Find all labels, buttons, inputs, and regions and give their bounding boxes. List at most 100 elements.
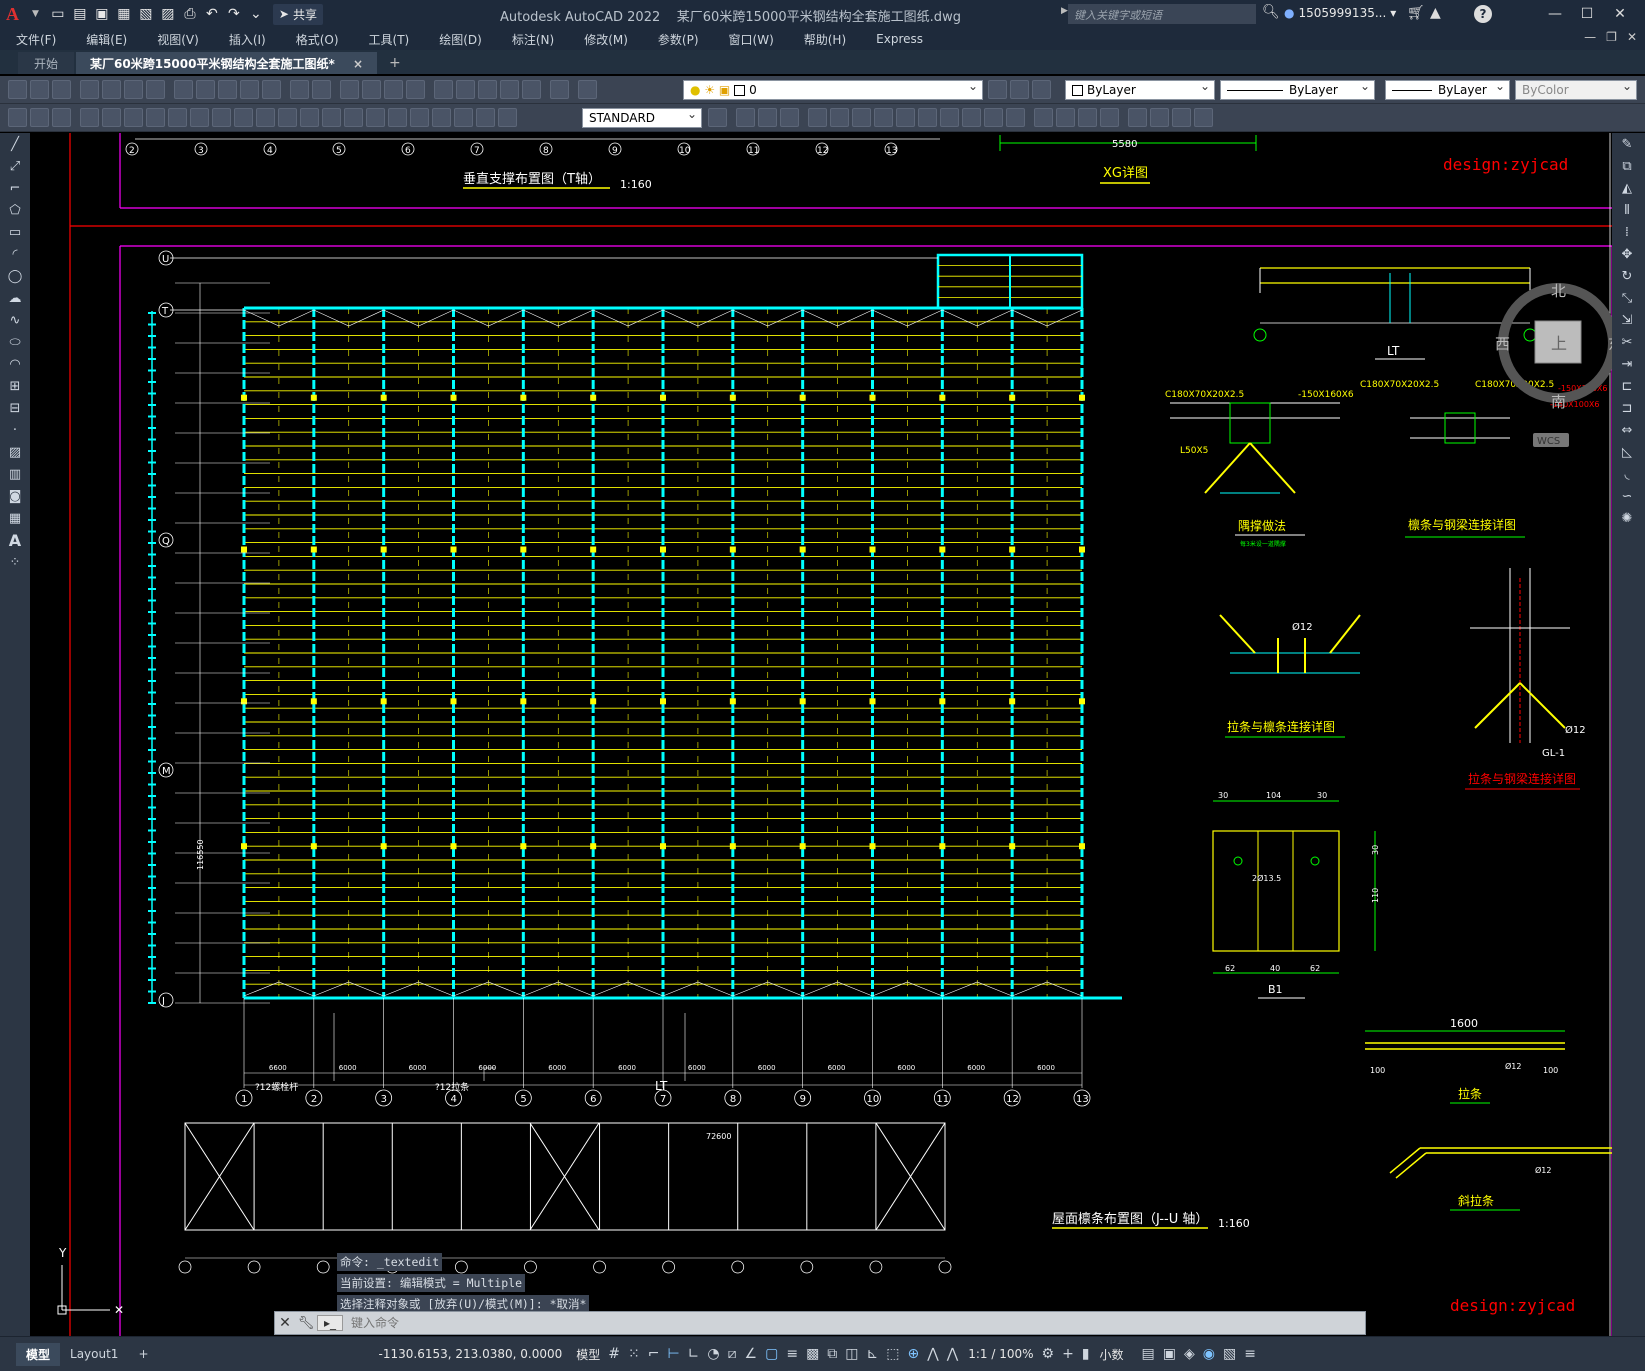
minimize-icon[interactable]: — xyxy=(1540,4,1570,24)
customize-qat-icon[interactable]: ⌄ xyxy=(245,4,267,24)
offset-r-icon[interactable]: ⫴ xyxy=(1617,201,1637,221)
inspect-icon[interactable] xyxy=(410,108,429,127)
annotation-monitor-icon[interactable]: + xyxy=(1062,1346,1074,1362)
menu-view[interactable]: 视图(V) xyxy=(157,31,199,48)
object-track-icon[interactable]: ∠ xyxy=(745,1346,758,1362)
infer-constraints-icon[interactable]: ⌐ xyxy=(648,1346,660,1362)
wcs-menu[interactable]: WCS xyxy=(1537,436,1560,447)
coordinate-readout[interactable]: -1130.6153, 213.0380, 0.0000 xyxy=(379,1347,563,1361)
command-input[interactable] xyxy=(343,1313,1365,1333)
gradient-icon[interactable]: ▥ xyxy=(5,465,25,485)
insert-icon[interactable]: ⊞ xyxy=(5,377,25,397)
tab-start[interactable]: 开始 xyxy=(18,52,75,74)
blend-icon[interactable] xyxy=(1078,108,1097,127)
textstyle-dropdown[interactable]: STANDARD xyxy=(582,107,702,128)
ellipse-icon[interactable]: ⬭ xyxy=(5,333,25,353)
dim-space-icon[interactable] xyxy=(322,108,341,127)
polygon-icon[interactable]: ⬠ xyxy=(5,201,25,221)
snap-icon[interactable]: ⁙ xyxy=(628,1346,640,1362)
extend-icon[interactable] xyxy=(962,108,981,127)
workspace-gear-icon[interactable]: ⚙ xyxy=(1042,1346,1055,1362)
blend-r-icon[interactable]: ∽ xyxy=(1617,487,1637,507)
rotate-r-icon[interactable]: ↻ xyxy=(1617,267,1637,287)
block-icon[interactable]: ⊟ xyxy=(5,399,25,419)
new-file-icon[interactable]: ▭ xyxy=(47,4,69,24)
help-icon[interactable]: ? xyxy=(1474,5,1492,23)
move-r-icon[interactable]: ✥ xyxy=(1617,245,1637,265)
extend-r-icon[interactable]: ⇥ xyxy=(1617,355,1637,375)
dim-jogged-icon[interactable] xyxy=(190,108,209,127)
qnew-icon[interactable] xyxy=(8,80,27,99)
menu-format[interactable]: 格式(O) xyxy=(296,31,339,48)
rectangle-icon[interactable]: ▭ xyxy=(5,223,25,243)
lineweight-dropdown[interactable]: ByLayer xyxy=(1385,79,1510,100)
dim-angular-icon[interactable] xyxy=(234,108,253,127)
tab-close-icon[interactable]: × xyxy=(353,57,363,71)
3d-print-icon[interactable] xyxy=(146,80,165,99)
tolerance-icon[interactable] xyxy=(366,108,385,127)
selection-filter-icon[interactable]: ⬚ xyxy=(886,1346,899,1362)
layout-tab-model[interactable]: 模型 xyxy=(16,1342,61,1366)
insert-block-icon[interactable] xyxy=(1128,108,1147,127)
line-icon[interactable]: ╱ xyxy=(5,135,25,155)
search-expand-icon[interactable]: ▶ xyxy=(1061,6,1068,16)
transparency-icon[interactable]: ▩ xyxy=(806,1346,819,1362)
layout-tab-layout1[interactable]: Layout1 xyxy=(60,1344,128,1364)
erase-r-icon[interactable]: ✎ xyxy=(1617,135,1637,155)
mirror-icon[interactable] xyxy=(780,108,799,127)
trim-r-icon[interactable]: ✂ xyxy=(1617,333,1637,353)
sheet-set-icon[interactable] xyxy=(500,80,519,99)
mirror-r-icon[interactable]: ◭ xyxy=(1617,179,1637,199)
dim-radius-icon[interactable] xyxy=(168,108,187,127)
cart-icon[interactable]: 🛒︎ xyxy=(1407,5,1425,21)
menu-file[interactable]: 文件(F) xyxy=(16,31,56,48)
search-input[interactable]: 键入关键字或短语 xyxy=(1068,4,1256,24)
open-web-icon[interactable]: ▧ xyxy=(135,4,157,24)
spline-icon[interactable]: ∿ xyxy=(5,311,25,331)
revcloud-icon[interactable]: ☁ xyxy=(5,289,25,309)
customization-icon[interactable]: ≡ xyxy=(1244,1346,1256,1362)
new-tab-icon[interactable]: + xyxy=(379,52,411,74)
save-icon[interactable]: ▣ xyxy=(91,4,113,24)
center-mark-icon[interactable] xyxy=(388,108,407,127)
menu-window[interactable]: 窗口(W) xyxy=(729,31,774,48)
annotation-scale[interactable]: 1:1 / 100% xyxy=(968,1347,1033,1361)
close-icon[interactable]: ✕ xyxy=(1605,4,1635,24)
undo-tb-icon[interactable] xyxy=(290,80,309,99)
linetype-dropdown[interactable]: ByLayer xyxy=(1220,79,1375,100)
paste-icon[interactable] xyxy=(218,80,237,99)
layer-dropdown[interactable]: ● ☀ ▣ 0 xyxy=(683,79,983,100)
block-editor-icon[interactable] xyxy=(262,80,281,99)
array-icon[interactable] xyxy=(830,108,849,127)
dim-continue-icon[interactable] xyxy=(300,108,319,127)
dim-arc-icon[interactable] xyxy=(124,108,143,127)
zoom-previous-icon[interactable] xyxy=(406,80,425,99)
redo-icon[interactable]: ↷ xyxy=(223,4,245,24)
pan-icon[interactable] xyxy=(340,80,359,99)
make-block-icon[interactable] xyxy=(1150,108,1169,127)
doc-close-icon[interactable]: ✕ xyxy=(1627,30,1637,44)
fillet-r-icon[interactable]: ◟ xyxy=(1617,465,1637,485)
image-icon[interactable] xyxy=(1194,108,1213,127)
doc-restore-icon[interactable]: ❐ xyxy=(1606,30,1617,44)
scale-icon[interactable] xyxy=(896,108,915,127)
explode-icon[interactable] xyxy=(1100,108,1119,127)
erase-icon[interactable] xyxy=(736,108,755,127)
search-icon[interactable]: 🔍︎ xyxy=(1262,4,1280,20)
tab-drawing[interactable]: 某厂60米跨15000平米钢结构全套施工图纸* × xyxy=(76,52,377,74)
viewcube-west[interactable]: 西 xyxy=(1495,335,1510,353)
gizmo-icon[interactable]: ⊕ xyxy=(908,1346,920,1362)
layer-iso-icon[interactable] xyxy=(30,108,49,127)
ellipse-arc-icon[interactable]: ◠ xyxy=(5,355,25,375)
undo-icon[interactable]: ↶ xyxy=(201,4,223,24)
mtext-icon[interactable]: A xyxy=(5,531,25,551)
model-space-button[interactable]: 模型 xyxy=(576,1346,600,1363)
point-icon[interactable]: · xyxy=(5,421,25,441)
viewcube-north[interactable]: 北 xyxy=(1551,282,1566,300)
join-icon[interactable] xyxy=(1006,108,1025,127)
ortho-icon[interactable]: ∟ xyxy=(688,1346,700,1362)
viewcube[interactable]: 上 北 南 东 西 WCS xyxy=(1495,282,1612,453)
3d-osnap-icon[interactable]: ◫ xyxy=(845,1346,858,1362)
isodraft-icon[interactable]: ⧄ xyxy=(728,1346,737,1362)
dim-edit-icon[interactable] xyxy=(454,108,473,127)
